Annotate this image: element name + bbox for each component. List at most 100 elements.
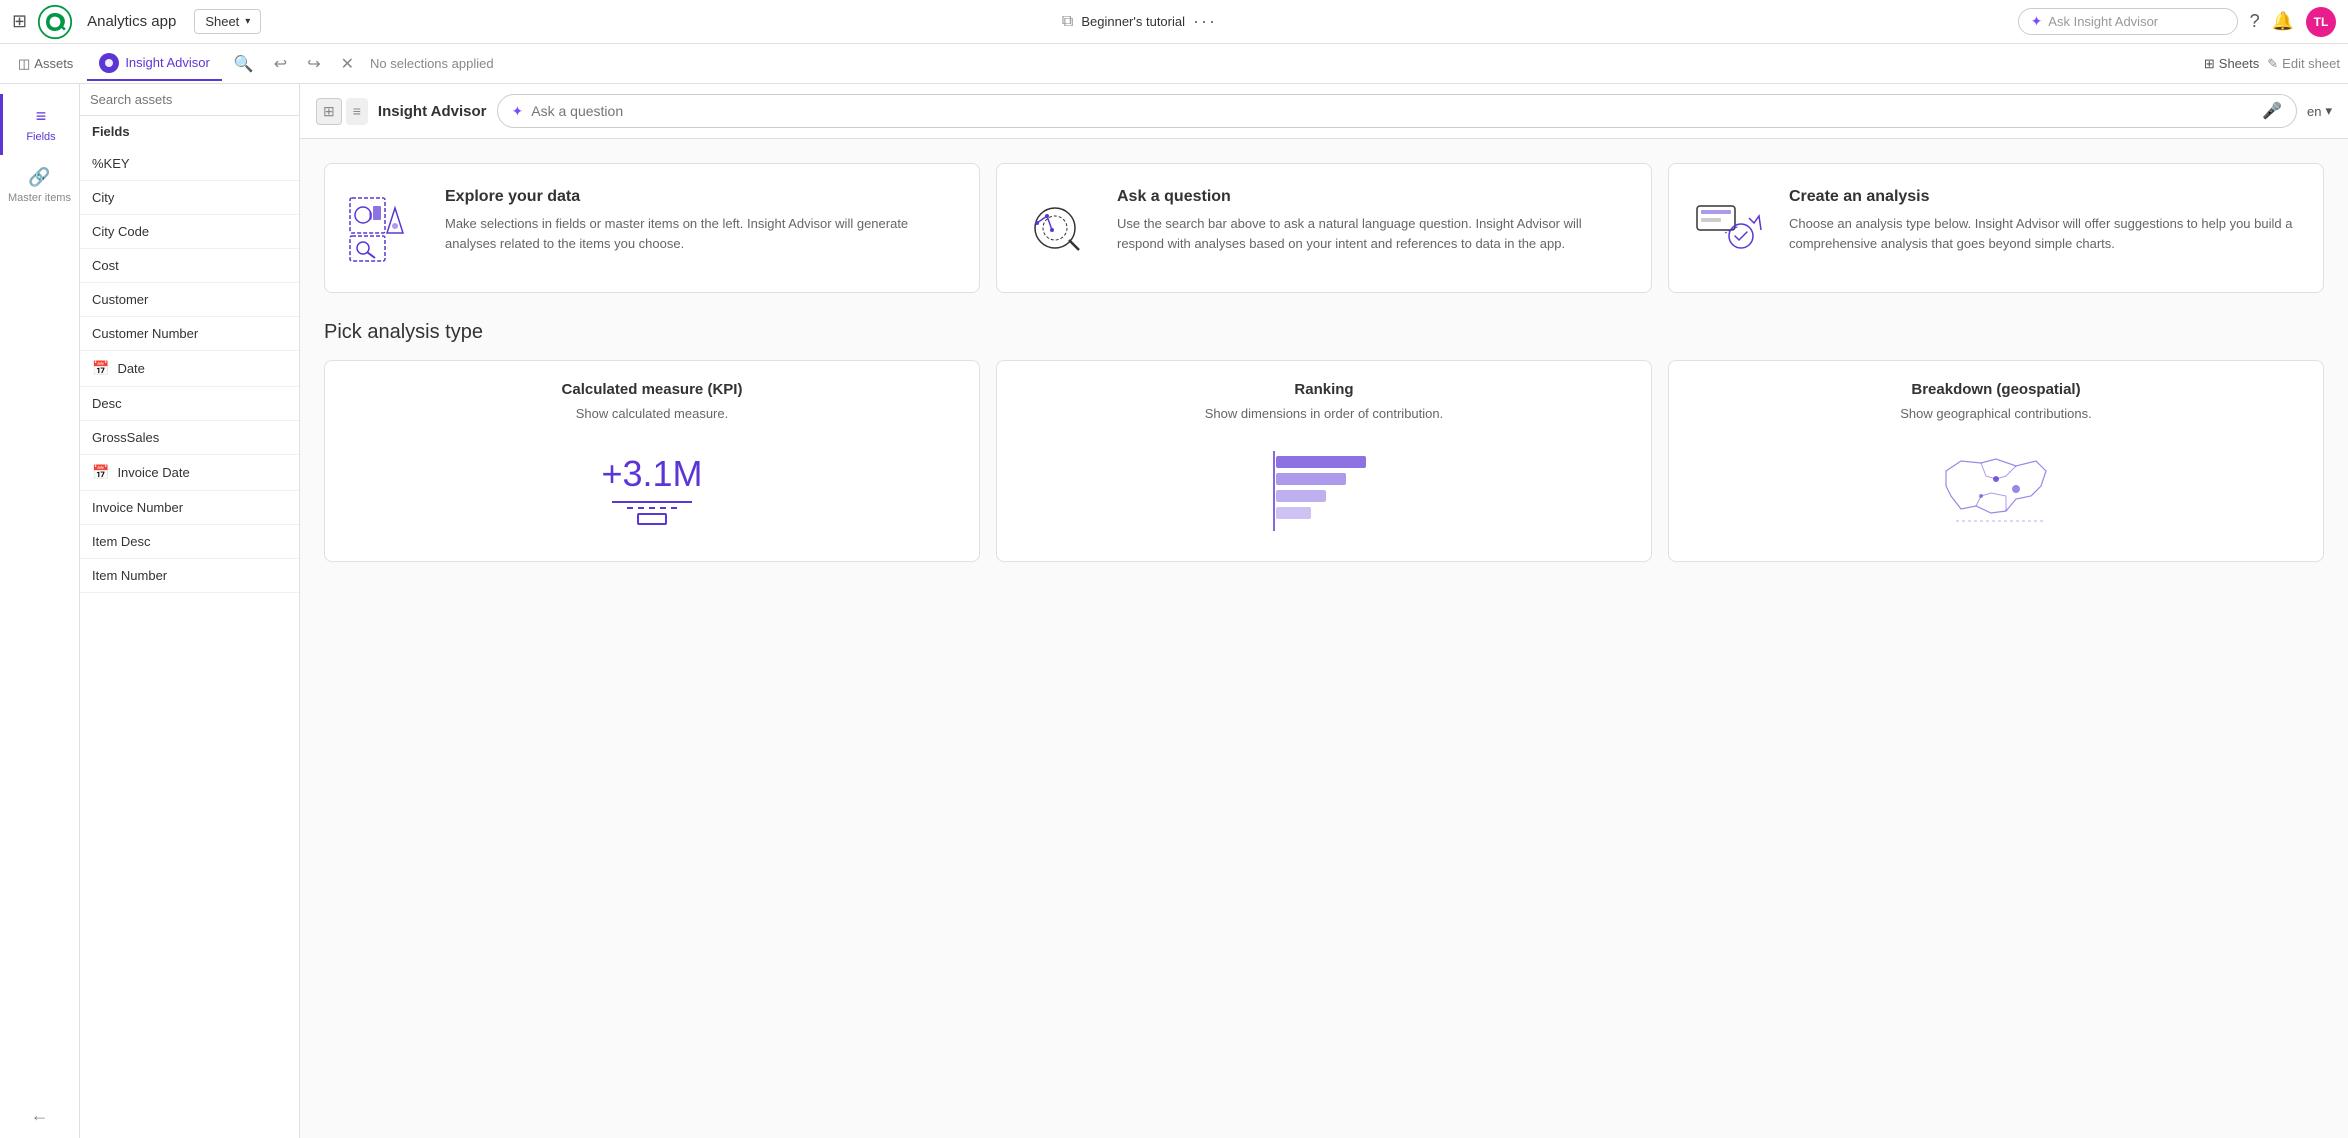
field-name: City [92,190,114,205]
field-name: Date [117,361,144,376]
field-item[interactable]: 📅Invoice Date [80,455,299,491]
qlik-logo [37,4,73,40]
sidebar-item-master-items[interactable]: 🔗 Master items [0,155,79,216]
ask-question-bar[interactable]: ✦ 🎤 [497,94,2297,128]
help-icon[interactable]: ? [2250,11,2260,32]
create-analysis-title: Create an analysis [1789,188,2303,206]
field-item[interactable]: 📅 Date [80,351,299,387]
geo-desc: Show geographical contributions. [1900,406,2092,421]
field-name: Invoice Number [92,500,183,515]
explore-data-title: Explore your data [445,188,959,206]
sidebar-collapse-button[interactable]: ← [0,1093,79,1138]
layout-btn-list[interactable]: ≡ [346,98,368,125]
avatar[interactable]: TL [2306,7,2336,37]
search-assets-input[interactable] [80,84,299,116]
notification-icon[interactable]: 🔔 [2272,11,2294,32]
ask-question-card: Ask a question Use the search bar above … [996,163,1652,293]
sheet-dropdown[interactable]: Sheet ▾ [194,9,261,34]
field-item[interactable]: Invoice Number [80,491,299,525]
ranking-visual [1017,441,1631,541]
analysis-cards: Calculated measure (KPI) Show calculated… [324,360,2324,562]
explore-data-text: Explore your data Make selections in fie… [445,188,959,253]
ranking-title: Ranking [1294,381,1353,398]
ask-question-desc: Use the search bar above to ask a natura… [1117,214,1631,253]
field-name: Item Desc [92,534,151,549]
top-nav: ⊞ Analytics app Sheet ▾ ⧉ Beginner's tut… [0,0,2348,44]
grid-view-icon: ⊞ [2204,56,2215,72]
insight-advisor-tab[interactable]: Insight Advisor [87,47,222,81]
ranking-card[interactable]: Ranking Show dimensions in order of cont… [996,360,1652,562]
info-cards: Explore your data Make selections in fie… [324,163,2324,293]
sheets-button[interactable]: ⊞ Sheets [2204,56,2259,72]
link-icon: 🔗 [28,167,50,188]
layout-btn-grid[interactable]: ⊞ [316,98,342,125]
field-name: Cost [92,258,119,273]
second-toolbar: ◫ Assets Insight Advisor 🔍 ↩ ↪ ✕ No sele… [0,44,2348,84]
lang-chevron-icon: ▾ [2325,103,2332,119]
field-item[interactable]: GrossSales [80,421,299,455]
geo-visual [1689,441,2303,541]
star-icon: ✦ [2031,13,2043,30]
kpi-card[interactable]: Calculated measure (KPI) Show calculated… [324,360,980,562]
grid-icon[interactable]: ⊞ [12,11,27,32]
ask-icon [1017,188,1097,268]
chevron-down-icon: ▾ [245,16,250,27]
assets-icon: ◫ [18,56,30,72]
field-item[interactable]: Desc [80,387,299,421]
create-analysis-text: Create an analysis Choose an analysis ty… [1789,188,2303,253]
create-analysis-desc: Choose an analysis type below. Insight A… [1789,214,2303,253]
field-item[interactable]: City Code [80,215,299,249]
mic-icon[interactable]: 🎤 [2262,101,2282,121]
forward-icon[interactable]: ↪ [299,50,328,78]
kpi-desc: Show calculated measure. [576,406,728,421]
fields-nav-label: Fields [26,131,55,143]
field-name: Item Number [92,568,167,583]
field-item[interactable]: City [80,181,299,215]
assets-label: Assets [34,56,73,71]
toolbar-right: ⊞ Sheets ✎ Edit sheet [2204,56,2340,72]
edit-sheet-button[interactable]: ✎ Edit sheet [2267,56,2340,72]
pick-analysis-section: Pick analysis type Calculated measure (K… [324,321,2324,562]
ask-question-input[interactable] [531,103,2254,119]
explore-data-desc: Make selections in fields or master item… [445,214,959,253]
explore-icon [345,188,425,268]
tutorial-label: Beginner's tutorial [1081,14,1185,29]
collapse-icon: ← [31,1105,49,1126]
sidebar-icon-nav: ≡ Fields 🔗 Master items ← [0,84,80,1138]
field-item[interactable]: Item Number [80,559,299,593]
field-item[interactable]: Item Desc [80,525,299,559]
more-options-button[interactable]: ··· [1193,11,1217,32]
search-icon[interactable]: 🔍 [226,50,262,78]
field-name: %KEY [92,156,130,171]
language-selector[interactable]: en ▾ [2307,103,2332,119]
kpi-dashed-line [627,507,677,509]
main-layout: ≡ Fields 🔗 Master items ← Fields %KEY Cit… [0,84,2348,1138]
ask-question-text: Ask a question Use the search bar above … [1117,188,1631,253]
sparkle-icon: ✦ [512,103,524,120]
calendar-icon: 📅 [92,464,109,481]
calendar-icon: 📅 [92,360,109,377]
sidebar: ≡ Fields 🔗 Master items ← Fields %KEY Cit… [0,84,300,1138]
geo-card[interactable]: Breakdown (geospatial) Show geographical… [1668,360,2324,562]
master-items-nav-label: Master items [8,192,71,204]
field-name: GrossSales [92,430,159,445]
field-item[interactable]: %KEY [80,147,299,181]
edit-sheet-label: Edit sheet [2282,56,2340,71]
clear-icon[interactable]: ✕ [333,50,362,78]
field-item[interactable]: Cost [80,249,299,283]
lang-label: en [2307,104,2321,119]
field-item[interactable]: Customer Number [80,317,299,351]
app-title: Analytics app [87,13,176,30]
sidebar-item-fields[interactable]: ≡ Fields [0,94,79,155]
field-name: Customer [92,292,148,307]
assets-tab[interactable]: ◫ Assets [8,50,83,78]
field-name: Customer Number [92,326,198,341]
geo-title: Breakdown (geospatial) [1911,381,2080,398]
main-content: ⊞ ≡ Insight Advisor ✦ 🎤 en ▾ [300,84,2348,1138]
back-icon[interactable]: ↩ [266,50,295,78]
right-section: ✦ Ask Insight Advisor ? 🔔 TL [2018,7,2336,37]
layout-toggle: ⊞ ≡ [316,98,368,125]
field-name: City Code [92,224,149,239]
ask-insight-advisor-bar[interactable]: ✦ Ask Insight Advisor [2018,8,2238,35]
field-item[interactable]: Customer [80,283,299,317]
